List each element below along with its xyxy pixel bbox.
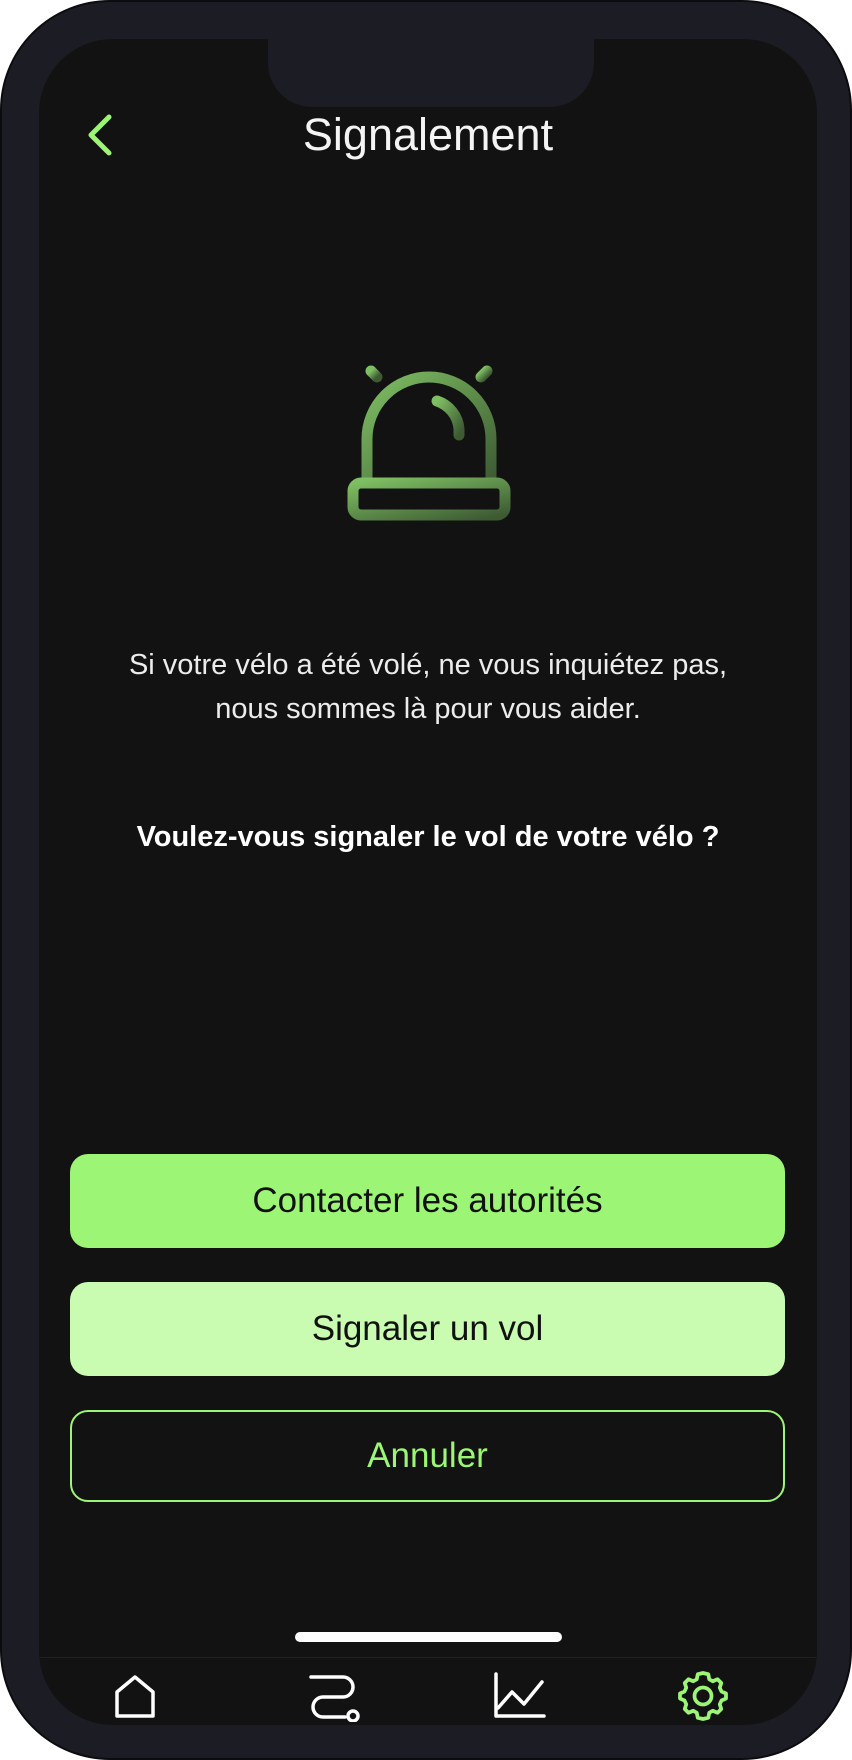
message-line-2: nous sommes là pour vous aider. (215, 693, 641, 725)
tab-routes[interactable] (301, 1664, 365, 1725)
cancel-button[interactable]: Annuler (70, 1410, 785, 1502)
cancel-label: Annuler (367, 1436, 488, 1475)
tab-home[interactable] (103, 1664, 167, 1725)
home-icon (115, 1675, 155, 1718)
alarm-siren-icon (347, 343, 511, 521)
reassurance-message: Si votre vélo a été volé, ne vous inquié… (69, 643, 787, 731)
report-question: Voulez-vous signaler le vol de votre vél… (136, 821, 720, 853)
app-screen: Signalement Si votre vélo a été volé, ne… (39, 39, 817, 1725)
route-icon (309, 1675, 360, 1722)
report-theft-label: Signaler un vol (311, 1309, 544, 1348)
contact-authorities-label: Contacter les autorités (252, 1181, 603, 1220)
tab-bar (39, 1657, 817, 1725)
gear-icon (678, 1671, 728, 1721)
phone-frame: Signalement Si votre vélo a été volé, ne… (0, 0, 852, 1760)
device-notch (268, 39, 594, 107)
page-title: Signalement (302, 109, 554, 160)
stats-chart-icon (494, 1672, 546, 1718)
tab-settings[interactable] (671, 1664, 735, 1725)
home-indicator[interactable] (295, 1632, 562, 1642)
contact-authorities-button[interactable]: Contacter les autorités (70, 1154, 785, 1248)
tab-statistics[interactable] (487, 1664, 551, 1725)
message-line-1: Si votre vélo a été volé, ne vous inquié… (128, 649, 728, 681)
report-theft-button[interactable]: Signaler un vol (70, 1282, 785, 1376)
